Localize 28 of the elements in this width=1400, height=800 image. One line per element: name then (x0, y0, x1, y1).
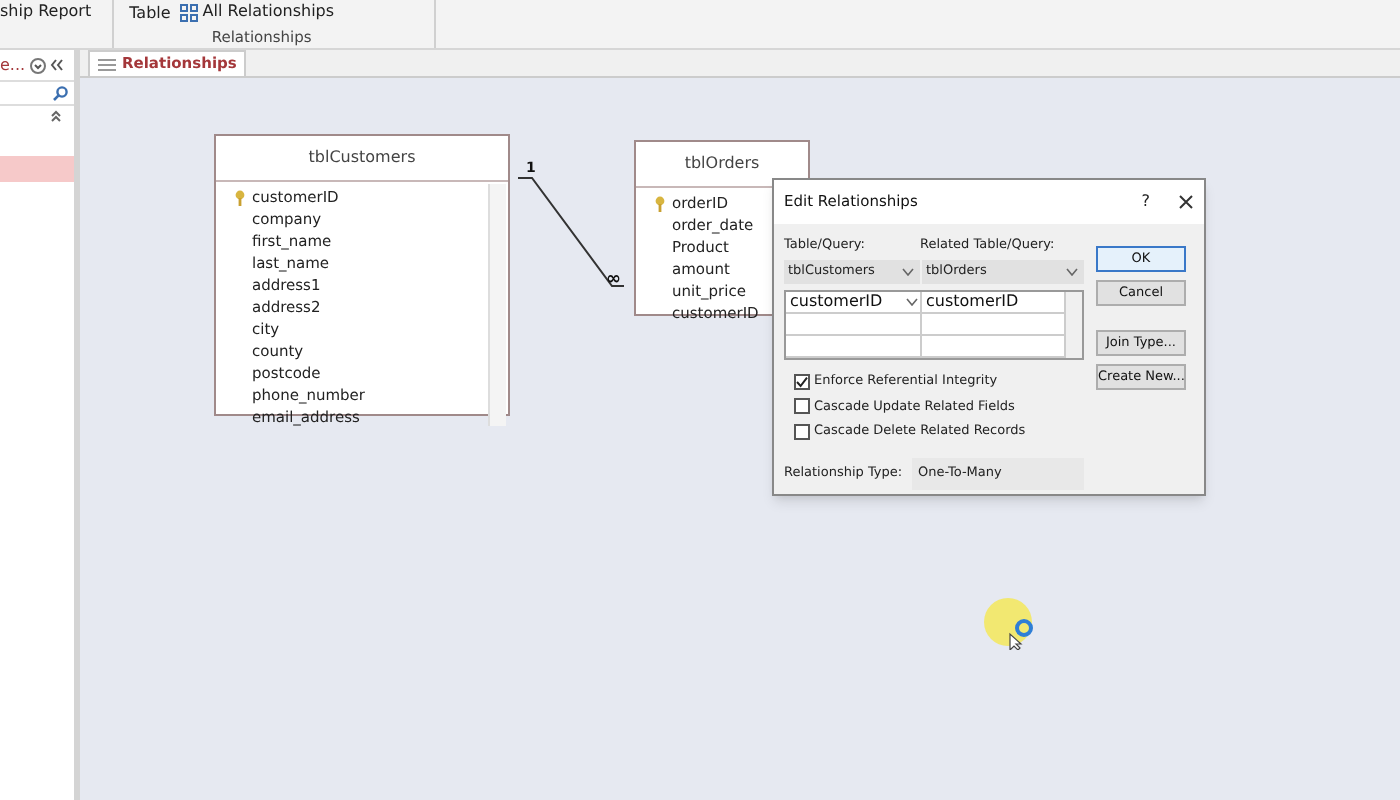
ribbon-button[interactable]: ship Report (0, 0, 92, 24)
close-icon[interactable] (1178, 194, 1194, 210)
key-icon (654, 195, 666, 211)
chevron-down-icon[interactable] (902, 267, 914, 276)
chevron-down-icon[interactable] (906, 297, 918, 306)
chevron-up-icon[interactable] (50, 110, 62, 122)
dropdown-icon[interactable] (29, 57, 46, 73)
cursor-icon (984, 598, 1034, 650)
checkbox[interactable] (794, 398, 810, 415)
chevron-down-icon[interactable] (1066, 267, 1078, 276)
key-icon (234, 189, 246, 205)
ribbon-button[interactable]: All Relationships (180, 0, 335, 24)
ribbon-button[interactable]: Table (129, 2, 171, 26)
scrollbar[interactable] (1064, 291, 1082, 358)
collapse-icon[interactable] (49, 58, 64, 72)
relationships-icon (98, 57, 116, 71)
grid-cell[interactable]: customerID (922, 291, 1064, 312)
pane-title: e... (0, 53, 26, 77)
search-field[interactable] (0, 82, 74, 106)
checkbox[interactable] (794, 424, 810, 441)
table-title: tblCustomers (216, 136, 508, 182)
search-icon (52, 85, 68, 101)
help-button[interactable]: ? (1141, 190, 1150, 214)
many-label: ∞ (606, 272, 621, 290)
checkbox[interactable] (794, 373, 810, 390)
grid-icon (180, 3, 199, 21)
scrollbar[interactable] (488, 184, 506, 426)
grid-cell[interactable]: customerID (786, 291, 922, 312)
